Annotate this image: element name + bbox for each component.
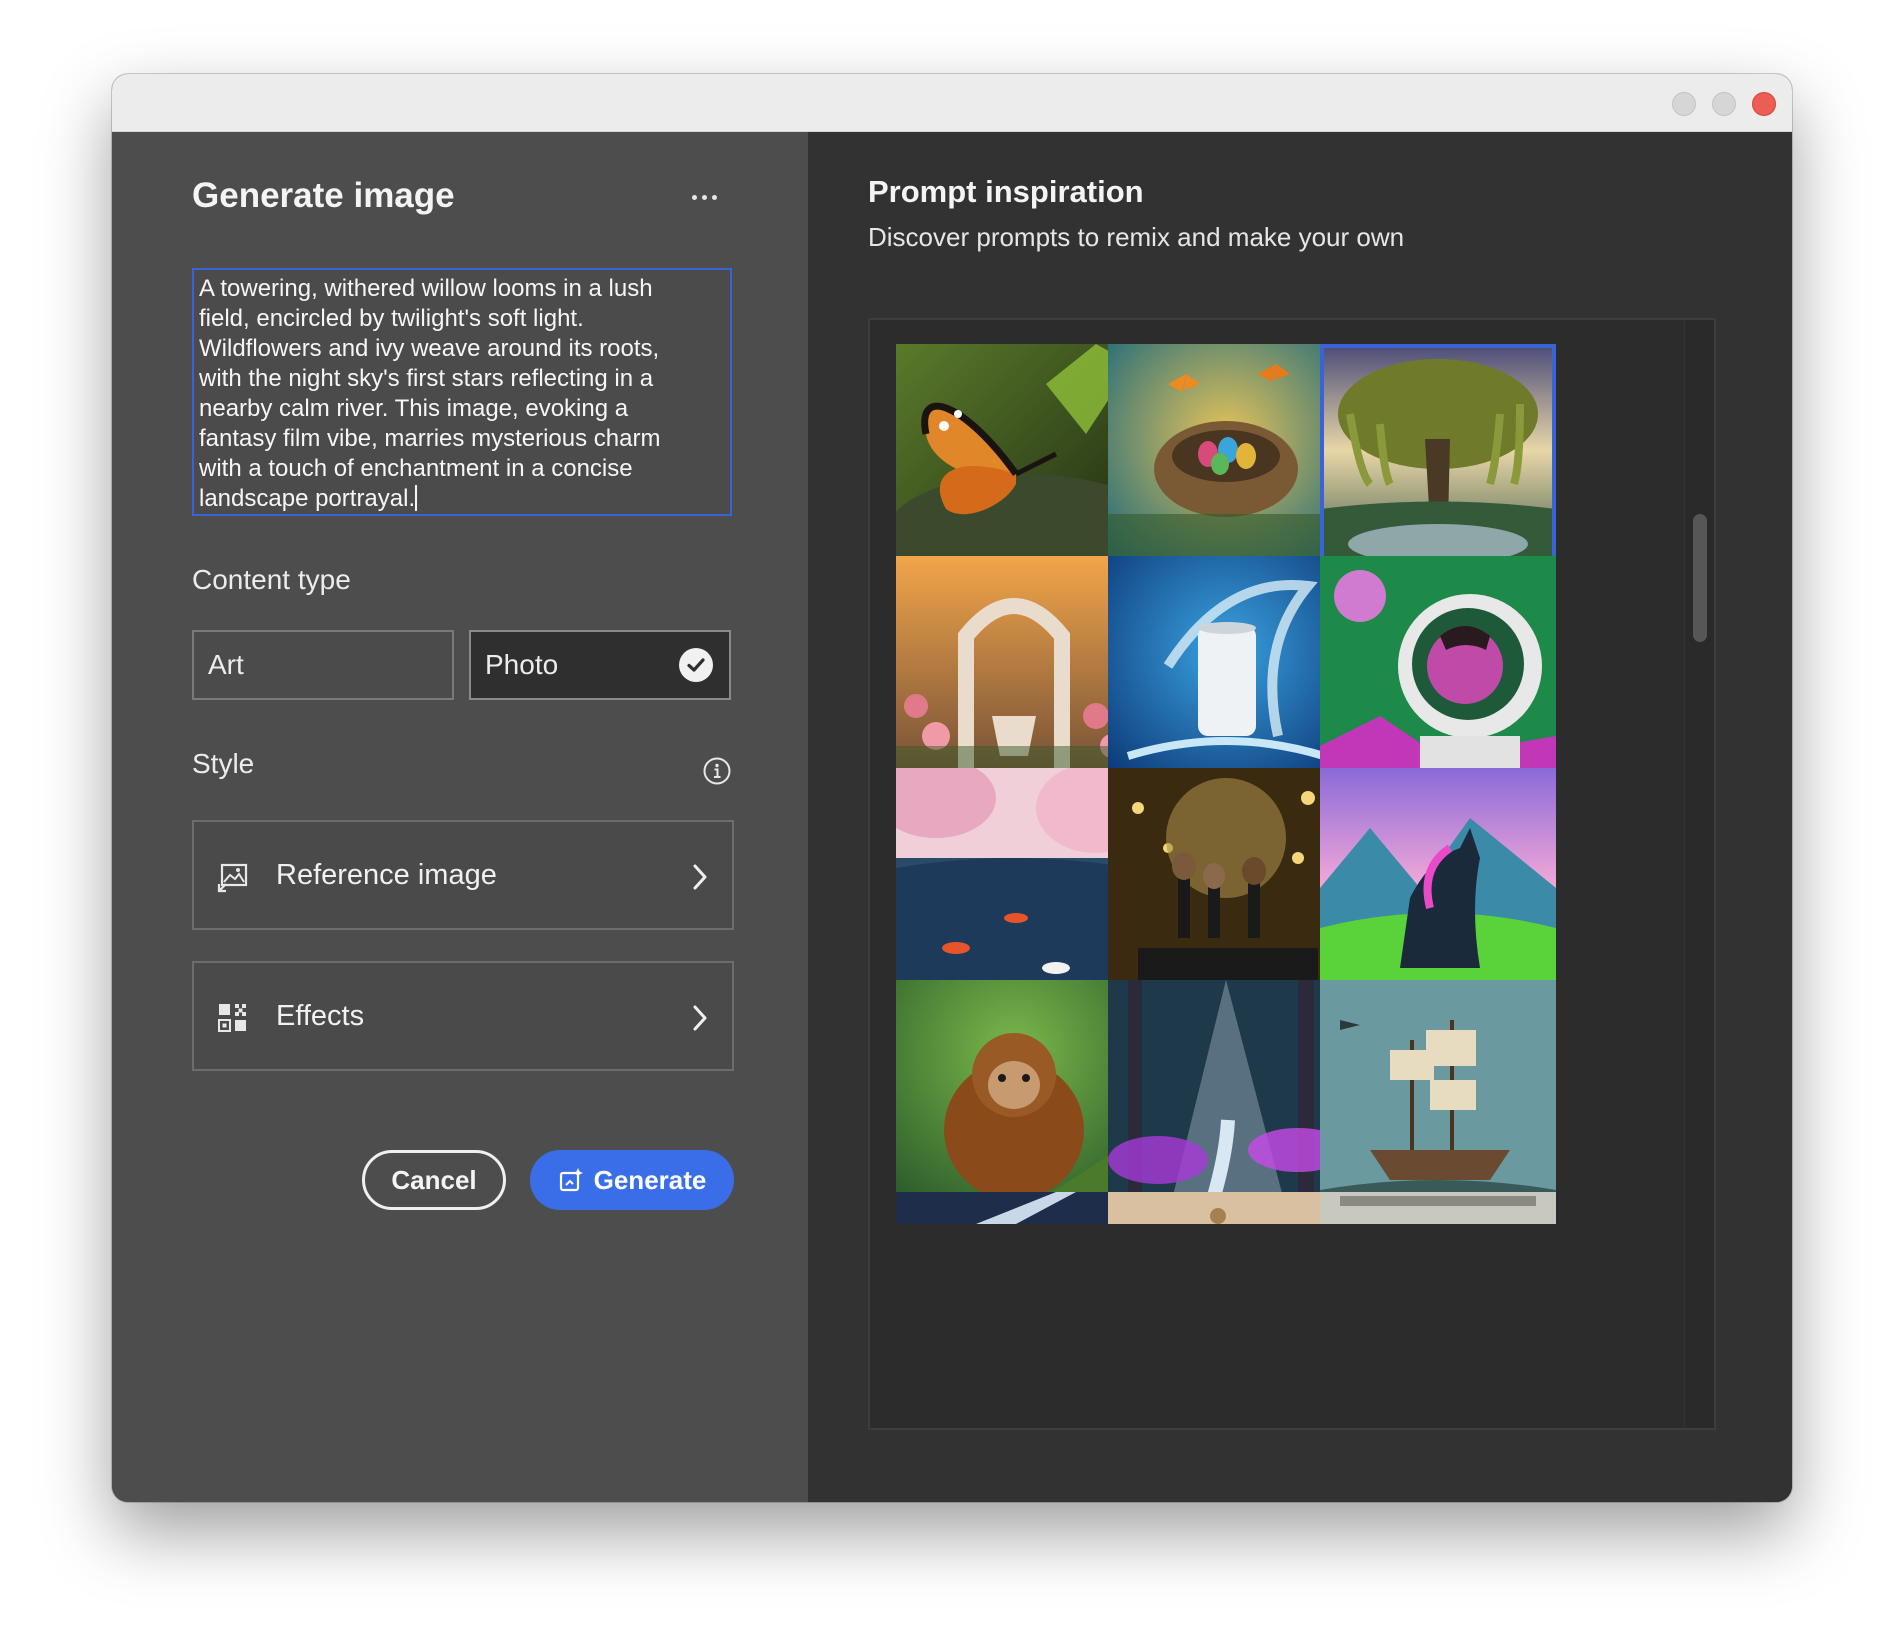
effects-label: Effects (276, 999, 365, 1032)
prompt-text: A towering, withered willow looms in a l… (199, 275, 661, 512)
checkmark-icon (679, 648, 713, 682)
inspiration-image-partial-1[interactable] (896, 1192, 1132, 1224)
inspiration-image-makeup[interactable] (1108, 768, 1344, 1004)
info-icon[interactable] (702, 756, 732, 786)
inspiration-image-koi-pond[interactable] (896, 768, 1132, 1004)
prompt-textarea[interactable]: A towering, withered willow looms in a l… (192, 268, 732, 516)
inspiration-image-partial-3[interactable] (1320, 1192, 1556, 1224)
cancel-label: Cancel (391, 1164, 477, 1195)
text-caret (415, 485, 418, 511)
cancel-button[interactable]: Cancel (362, 1150, 506, 1210)
effects-icon (218, 1004, 246, 1032)
content-type-art-label: Art (208, 649, 244, 680)
reference-image-label: Reference image (276, 858, 497, 891)
chevron-right-icon (693, 1005, 707, 1031)
inspiration-image-astronaut[interactable] (1320, 556, 1556, 792)
close-button[interactable] (1752, 92, 1776, 116)
inspiration-image-can[interactable] (1108, 556, 1344, 792)
prompt-inspiration-panel: Prompt inspiration Discover prompts to r… (808, 132, 1792, 1502)
effects-row[interactable]: Effects (192, 961, 734, 1071)
reference-image-icon (217, 863, 248, 893)
panel-title: Generate image (192, 176, 455, 215)
inspiration-image-orangutan[interactable] (896, 980, 1132, 1216)
inspiration-image-arch[interactable] (896, 556, 1132, 792)
inspiration-image-forest-stream[interactable] (1108, 980, 1344, 1216)
zoom-button[interactable] (1712, 92, 1736, 116)
generate-icon (559, 1168, 583, 1192)
content-type-art-button[interactable]: Art (192, 630, 454, 700)
inspiration-subtitle: Discover prompts to remix and make your … (868, 222, 1405, 252)
content-type-photo-button[interactable]: Photo (469, 630, 731, 700)
inspiration-gallery[interactable] (868, 318, 1716, 1430)
content-type-label: Content type (192, 564, 351, 595)
scrollbar-thumb[interactable] (1693, 514, 1707, 642)
inspiration-image-nest[interactable] (1108, 344, 1344, 580)
reference-image-row[interactable]: Reference image (192, 820, 734, 930)
style-label: Style (192, 748, 255, 779)
inspiration-image-butterfly[interactable] (896, 344, 1132, 580)
generate-button[interactable]: Generate (530, 1150, 734, 1210)
inspiration-image-shipwreck[interactable] (1320, 980, 1556, 1216)
generate-panel: Generate image A towering, withered will… (112, 132, 808, 1502)
content-type-photo-label: Photo (485, 649, 559, 680)
gallery-scrollbar[interactable] (1684, 320, 1714, 1428)
inspiration-image-willow[interactable] (1320, 344, 1556, 580)
minimize-button[interactable] (1672, 92, 1696, 116)
app-window: Generate image A towering, withered will… (112, 74, 1792, 1502)
inspiration-image-unicorn[interactable] (1320, 768, 1556, 1004)
chevron-right-icon (693, 864, 707, 890)
more-options-icon[interactable] (686, 182, 722, 212)
inspiration-image-partial-2[interactable] (1108, 1192, 1344, 1224)
generate-label: Generate (593, 1164, 707, 1195)
title-bar (112, 74, 1792, 132)
inspiration-title: Prompt inspiration (868, 174, 1144, 209)
